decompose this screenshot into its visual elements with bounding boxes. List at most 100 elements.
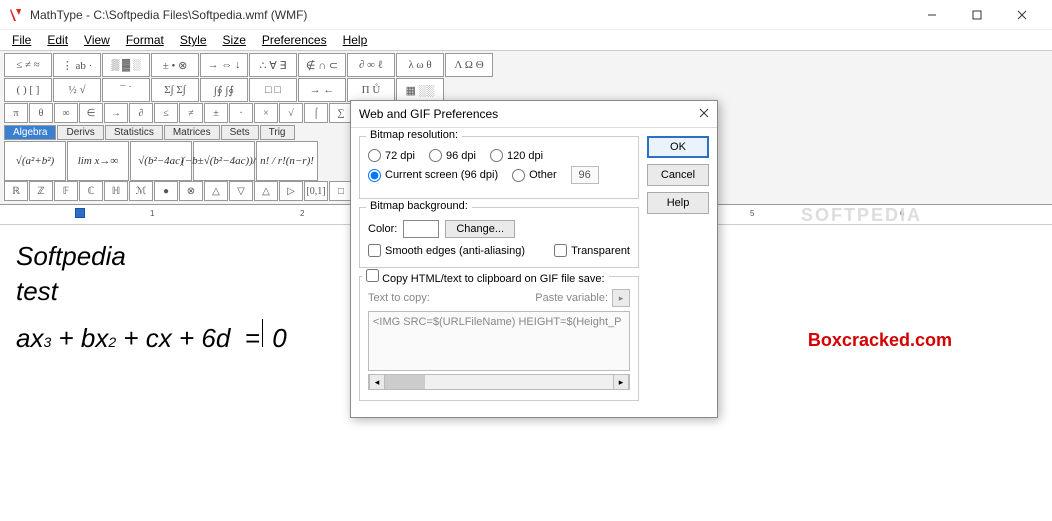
toolbar-cell[interactable]: ⊗	[179, 181, 203, 201]
toolbar-cell[interactable]: ≤ ≠ ≈	[4, 53, 52, 77]
menu-preferences[interactable]: Preferences	[256, 31, 333, 49]
toolbar-cell[interactable]: Λ Ω Θ	[445, 53, 493, 77]
toolbar-cell[interactable]: ℂ	[79, 181, 103, 201]
toolbar-cell[interactable]: □ □	[249, 78, 297, 102]
symbol-row-2: ( ) [ ] ½ √ ¯ ˙ Σ∫ Σ∫ ∫∮ ∫∮ □ □ → ← Π Ů …	[4, 78, 1048, 102]
tab-matrices[interactable]: Matrices	[164, 125, 220, 140]
color-swatch[interactable]	[403, 220, 439, 238]
menu-edit[interactable]: Edit	[41, 31, 74, 49]
toolbar-cell[interactable]: → ←	[298, 78, 346, 102]
toolbar-cell[interactable]: △	[204, 181, 228, 201]
menu-view[interactable]: View	[78, 31, 116, 49]
toolbar-cell[interactable]: [0,1]	[304, 181, 328, 201]
toolbar-cell[interactable]: ±	[204, 103, 228, 123]
template-cell[interactable]: (−b±√(b²−4ac))/2a	[193, 141, 255, 181]
toolbar-cell[interactable]: ·	[229, 103, 253, 123]
tab-sets[interactable]: Sets	[221, 125, 259, 140]
template-cell[interactable]: n! / r!(n−r)!	[256, 141, 318, 181]
menu-help[interactable]: Help	[337, 31, 374, 49]
toolbar-cell[interactable]: ( ) [ ]	[4, 78, 52, 102]
toolbar-cell[interactable]: ∉ ∩ ⊂	[298, 53, 346, 77]
window-title: MathType - C:\Softpedia Files\Softpedia.…	[30, 8, 307, 22]
close-button[interactable]	[999, 0, 1044, 30]
toolbar-cell[interactable]: ℳ	[129, 181, 153, 201]
dialog-title: Web and GIF Preferences	[359, 107, 498, 121]
menu-style[interactable]: Style	[174, 31, 213, 49]
toolbar-cell[interactable]: → ⇔ ↓	[200, 53, 248, 77]
tab-statistics[interactable]: Statistics	[105, 125, 163, 140]
toolbar-cell[interactable]: ⋮ ab ·	[53, 53, 101, 77]
web-gif-preferences-dialog: Web and GIF Preferences Bitmap resolutio…	[350, 100, 718, 418]
toolbar-cell[interactable]: ½ √	[53, 78, 101, 102]
toolbar-cell[interactable]: 𝔽	[54, 181, 78, 201]
ruler-tab-marker[interactable]	[75, 208, 85, 218]
ok-button[interactable]: OK	[647, 136, 709, 158]
radio-current-screen[interactable]: Current screen (96 dpi)	[368, 169, 498, 182]
toolbar-cell[interactable]: π	[4, 103, 28, 123]
toolbar-cell[interactable]: ▽	[229, 181, 253, 201]
toolbar-cell[interactable]: ∂ ∞ ℓ	[347, 53, 395, 77]
toolbar-cell[interactable]: ⌠	[304, 103, 328, 123]
menu-size[interactable]: Size	[217, 31, 252, 49]
checkbox-transparent[interactable]: Transparent	[554, 244, 630, 257]
toolbar-cell[interactable]: ℤ	[29, 181, 53, 201]
menu-file[interactable]: File	[6, 31, 37, 49]
menu-format[interactable]: Format	[120, 31, 170, 49]
color-label: Color:	[368, 223, 397, 235]
checkbox-smooth-edges[interactable]: Smooth edges (anti-aliasing)	[368, 244, 525, 257]
template-cell[interactable]: √(a²+b²)	[4, 141, 66, 181]
cancel-button[interactable]: Cancel	[647, 164, 709, 186]
watermark-text: Boxcracked.com	[808, 330, 952, 351]
tab-derivs[interactable]: Derivs	[57, 125, 103, 140]
radio-120dpi[interactable]: 120 dpi	[490, 149, 543, 162]
toolbar-cell[interactable]: ∫∮ ∫∮	[200, 78, 248, 102]
paste-variable-button[interactable]: ▸	[612, 289, 630, 307]
copy-html-group: Copy HTML/text to clipboard on GIF file …	[359, 276, 639, 401]
titlebar: MathType - C:\Softpedia Files\Softpedia.…	[0, 0, 1052, 30]
toolbar-cell[interactable]: λ ω θ	[396, 53, 444, 77]
bitmap-resolution-group: Bitmap resolution: 72 dpi 96 dpi 120 dpi…	[359, 136, 639, 199]
radio-96dpi[interactable]: 96 dpi	[429, 149, 476, 162]
textarea-scrollbar[interactable]: ◂ ▸	[368, 374, 630, 390]
dialog-close-button[interactable]	[699, 107, 709, 121]
radio-other[interactable]: Other	[512, 169, 557, 182]
toolbar-cell[interactable]: ▷	[279, 181, 303, 201]
text-to-copy-label: Text to copy:	[368, 292, 430, 304]
toolbar-cell[interactable]: ≠	[179, 103, 203, 123]
checkbox-copy-html[interactable]: Copy HTML/text to clipboard on GIF file …	[366, 273, 605, 285]
other-dpi-input[interactable]	[571, 166, 599, 184]
toolbar-cell[interactable]: ●	[154, 181, 178, 201]
toolbar-cell[interactable]: ∈	[79, 103, 103, 123]
toolbar-cell[interactable]: ¯ ˙	[102, 78, 150, 102]
toolbar-cell[interactable]: ℍ	[104, 181, 128, 201]
maximize-button[interactable]	[954, 0, 999, 30]
toolbar-cell[interactable]: √	[279, 103, 303, 123]
toolbar-cell[interactable]: ℝ	[4, 181, 28, 201]
scroll-right-icon[interactable]: ▸	[613, 375, 629, 389]
radio-72dpi[interactable]: 72 dpi	[368, 149, 415, 162]
toolbar-cell[interactable]: ± • ⊗	[151, 53, 199, 77]
toolbar-cell[interactable]: △	[254, 181, 278, 201]
toolbar-cell[interactable]: ≤	[154, 103, 178, 123]
toolbar-cell[interactable]: ×	[254, 103, 278, 123]
toolbar-cell[interactable]: ∞	[54, 103, 78, 123]
help-button[interactable]: Help	[647, 192, 709, 214]
toolbar-cell[interactable]: ∴ ∀ ∃	[249, 53, 297, 77]
toolbar-cell[interactable]: θ	[29, 103, 53, 123]
toolbar-cell[interactable]: Π Ů	[347, 78, 395, 102]
symbol-row-1: ≤ ≠ ≈ ⋮ ab · ▒ ▓ ░ ± • ⊗ → ⇔ ↓ ∴ ∀ ∃ ∉ ∩…	[4, 53, 1048, 77]
group-legend: Bitmap background:	[366, 200, 472, 212]
toolbar-cell[interactable]: ▒ ▓ ░	[102, 53, 150, 77]
scroll-left-icon[interactable]: ◂	[369, 375, 385, 389]
template-cell[interactable]: lim x→∞	[67, 141, 129, 181]
toolbar-cell[interactable]: Σ∫ Σ∫	[151, 78, 199, 102]
change-color-button[interactable]: Change...	[445, 220, 515, 238]
toolbar-cell[interactable]: ▦ ░░	[396, 78, 444, 102]
tab-trig[interactable]: Trig	[260, 125, 295, 140]
toolbar-cell[interactable]: ∂	[129, 103, 153, 123]
html-text-area[interactable]	[368, 311, 630, 371]
toolbar-cell[interactable]: →	[104, 103, 128, 123]
tab-algebra[interactable]: Algebra	[4, 125, 56, 140]
group-legend: Bitmap resolution:	[366, 129, 462, 141]
minimize-button[interactable]	[909, 0, 954, 30]
